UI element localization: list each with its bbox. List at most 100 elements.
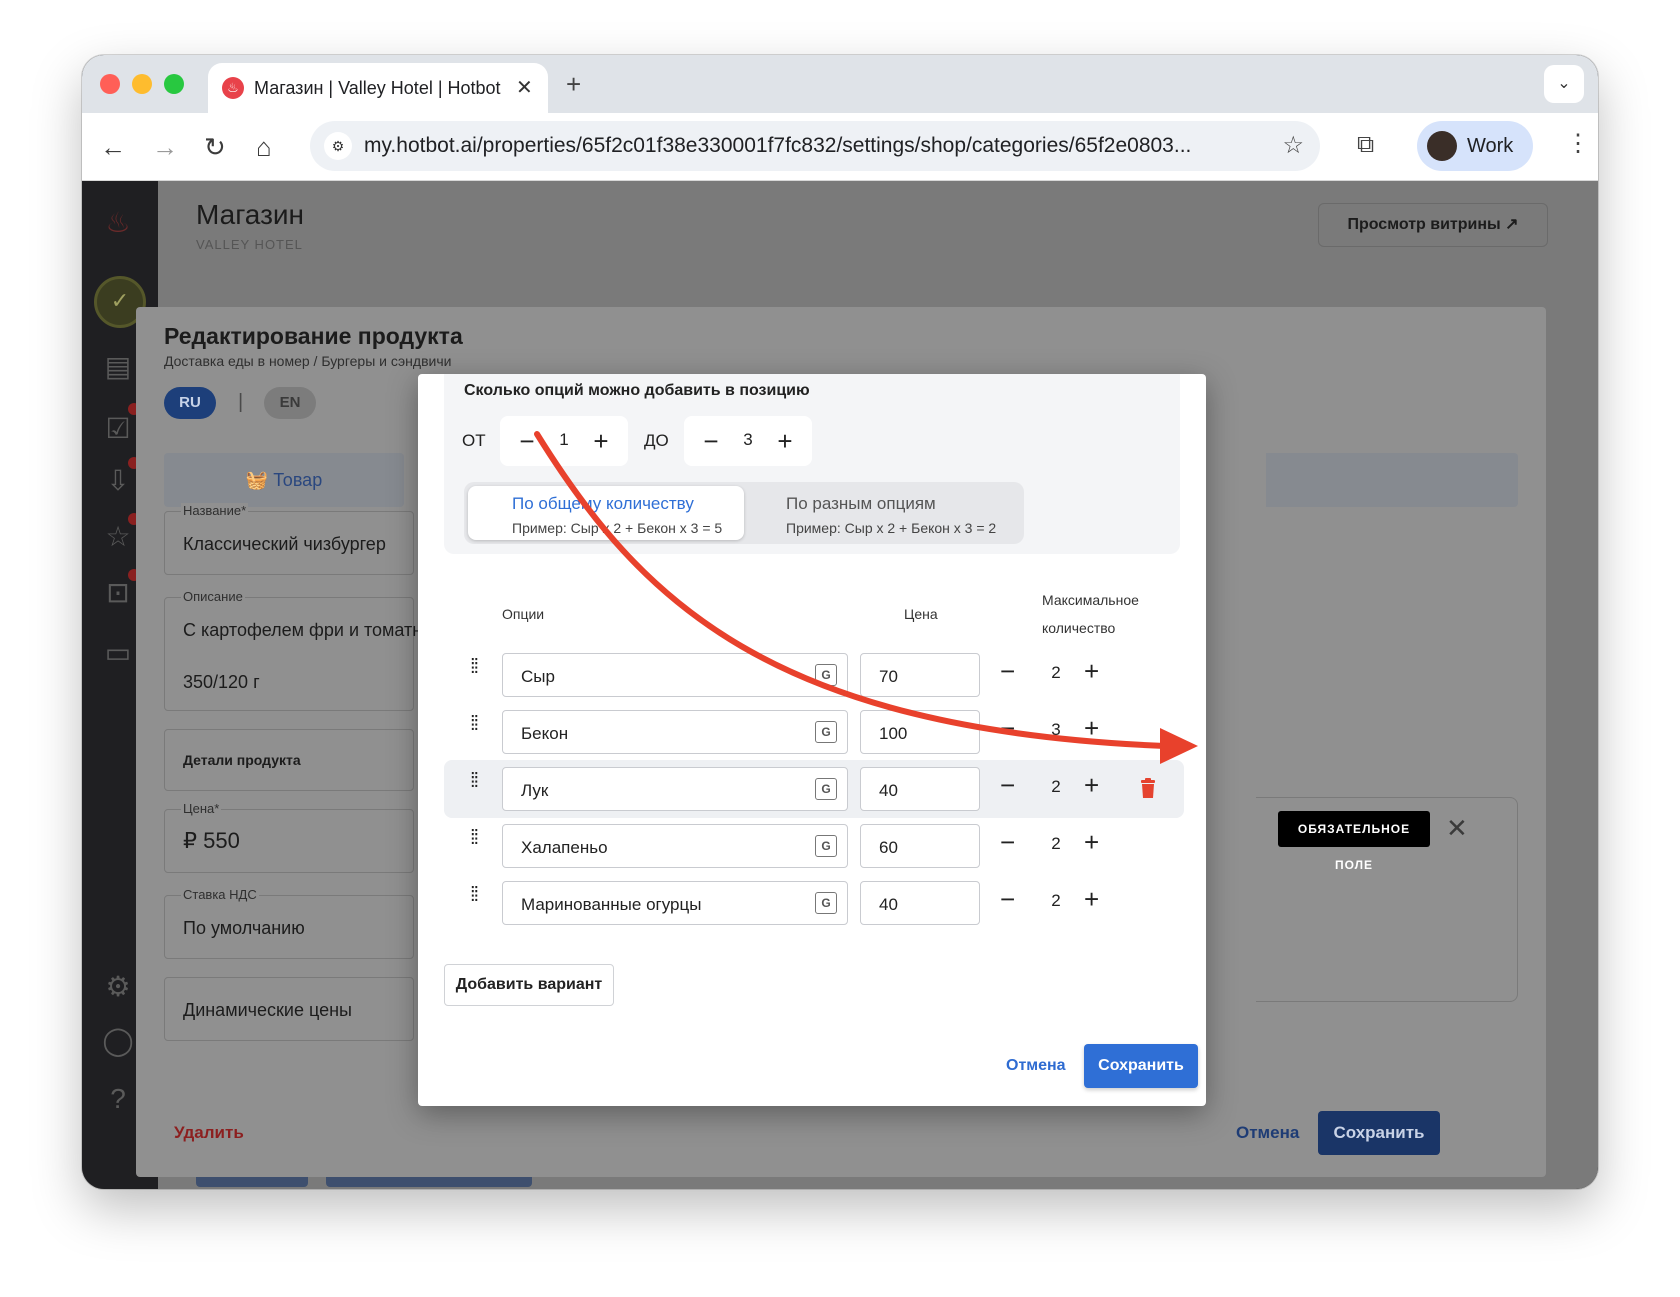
- from-value[interactable]: 1: [544, 430, 584, 450]
- chat-icon[interactable]: ▭: [98, 633, 138, 673]
- from-label: ОТ: [462, 431, 486, 450]
- site-settings-icon[interactable]: ⚙: [324, 132, 352, 160]
- mode-distinct-example: Пример: Сыр x 2 + Бекон x 3 = 2: [786, 520, 997, 536]
- lang-ru-button[interactable]: RU: [164, 387, 216, 419]
- dynamic-prices-label: Динамические цены: [183, 1000, 352, 1020]
- minus-icon[interactable]: −: [1000, 713, 1015, 744]
- option-name-input[interactable]: Лук G: [502, 767, 848, 811]
- close-icon[interactable]: ✕: [1446, 813, 1468, 844]
- forward-icon[interactable]: →: [152, 132, 178, 162]
- plus-icon[interactable]: +: [1084, 770, 1099, 801]
- modal-cancel-button[interactable]: Отмена: [1006, 1057, 1066, 1075]
- drag-handle-icon[interactable]: ⁞⁞: [470, 657, 490, 677]
- browser-window: ♨ Магазин | Valley Hotel | Hotbot ✕ + ⌄ …: [82, 55, 1598, 1189]
- product-name-value: Классический чизбургер: [183, 534, 386, 554]
- modal-save-button[interactable]: Сохранить: [1084, 1044, 1198, 1088]
- add-variant-button[interactable]: Добавить вариант: [444, 964, 614, 1006]
- flame-icon: ♨: [222, 77, 244, 99]
- from-stepper: − 1 +: [500, 416, 628, 466]
- help-icon[interactable]: ?: [98, 1079, 138, 1119]
- minus-icon[interactable]: −: [1000, 656, 1015, 687]
- new-tab-icon[interactable]: +: [566, 69, 581, 100]
- extensions-icon[interactable]: ⧉: [1357, 131, 1374, 159]
- settings-gear-icon[interactable]: ⚙: [98, 967, 138, 1007]
- tasks-icon[interactable]: ☑: [98, 409, 138, 449]
- plus-icon[interactable]: +: [1084, 713, 1099, 744]
- browser-tab[interactable]: ♨ Магазин | Valley Hotel | Hotbot ✕: [208, 63, 548, 113]
- address-bar[interactable]: ⚙ my.hotbot.ai/properties/65f2c01f38e330…: [310, 121, 1320, 171]
- mode-distinct-option[interactable]: По разным опциям Пример: Сыр x 2 + Бекон…: [748, 486, 1020, 540]
- dynamic-prices-section[interactable]: Динамические цены: [164, 977, 414, 1041]
- storefront-preview-button[interactable]: Просмотр витрины ↗: [1318, 203, 1548, 247]
- plus-icon[interactable]: +: [586, 424, 616, 458]
- home-icon[interactable]: ⌂: [256, 132, 272, 162]
- delete-product-button[interactable]: Удалить: [174, 1123, 244, 1143]
- option-price-input[interactable]: 60: [860, 824, 980, 868]
- option-price-input[interactable]: 40: [860, 767, 980, 811]
- panel-save-button[interactable]: Сохранить: [1318, 1111, 1440, 1155]
- maximize-window-button[interactable]: [164, 74, 184, 94]
- translate-icon[interactable]: G: [815, 721, 837, 743]
- drag-handle-icon[interactable]: ⁞⁞: [470, 771, 490, 791]
- plus-icon[interactable]: +: [1084, 884, 1099, 915]
- description-field[interactable]: Описание С картофелем фри и томатны 350/…: [164, 589, 435, 711]
- browser-menu-icon[interactable]: ⋮: [1566, 129, 1590, 158]
- minus-icon[interactable]: −: [1000, 770, 1015, 801]
- plus-icon[interactable]: +: [1084, 656, 1099, 687]
- product-details-section[interactable]: Детали продукта: [164, 729, 414, 791]
- translate-icon[interactable]: G: [815, 778, 837, 800]
- minimize-window-button[interactable]: [132, 74, 152, 94]
- tab-search-icon[interactable]: ⌄: [1544, 65, 1584, 103]
- translate-icon[interactable]: G: [815, 664, 837, 686]
- drag-handle-icon[interactable]: ⁞⁞: [470, 714, 490, 734]
- product-name-field[interactable]: Название* Классический чизбургер: [164, 503, 414, 575]
- option-name-input[interactable]: Маринованные огурцы G: [502, 881, 848, 925]
- close-tab-icon[interactable]: ✕: [516, 75, 533, 100]
- tab-product[interactable]: 🧺 Товар: [164, 453, 404, 507]
- plus-icon[interactable]: +: [770, 424, 800, 458]
- bookmark-star-icon[interactable]: ☆: [1282, 131, 1304, 160]
- logo-flame-icon[interactable]: ♨: [98, 203, 138, 243]
- option-name: Сыр: [521, 667, 555, 686]
- translate-icon[interactable]: G: [815, 835, 837, 857]
- delete-trash-icon[interactable]: [1140, 778, 1156, 798]
- column-header-price: Цена: [904, 606, 938, 622]
- drag-handle-icon[interactable]: ⁞⁞: [470, 828, 490, 848]
- analytics-icon[interactable]: ▤: [98, 347, 138, 387]
- browser-toolbar: ← → ↻ ⌂ ⚙ my.hotbot.ai/properties/65f2c0…: [82, 113, 1598, 181]
- option-name-input[interactable]: Бекон G: [502, 710, 848, 754]
- option-price-input[interactable]: 70: [860, 653, 980, 697]
- price-field[interactable]: Цена* ₽ 550: [164, 801, 414, 873]
- option-price-input[interactable]: 100: [860, 710, 980, 754]
- option-max-qty: 2: [1051, 663, 1061, 682]
- column-header-max-1: Максимальное: [1042, 592, 1139, 608]
- plus-icon[interactable]: +: [1084, 827, 1099, 858]
- option-name-input[interactable]: Халапеньо G: [502, 824, 848, 868]
- url-text[interactable]: my.hotbot.ai/properties/65f2c01f38e33000…: [364, 134, 1224, 158]
- user-profile-icon[interactable]: ◯: [98, 1021, 138, 1061]
- minus-icon[interactable]: −: [1000, 827, 1015, 858]
- minus-icon[interactable]: −: [1000, 884, 1015, 915]
- description-line-2: 350/120 г: [183, 672, 260, 692]
- product-name-label: Название*: [181, 503, 249, 518]
- option-limit-question: Сколько опций можно добавить в позицию: [464, 382, 810, 399]
- breadcrumb: Доставка еды в номер / Бургеры и сэндвич…: [164, 353, 452, 369]
- back-icon[interactable]: ←: [100, 132, 126, 162]
- lang-en-button[interactable]: EN: [264, 387, 316, 419]
- option-max-qty: 3: [1051, 720, 1061, 739]
- close-window-button[interactable]: [100, 74, 120, 94]
- reload-icon[interactable]: ↻: [204, 132, 226, 162]
- minus-icon[interactable]: −: [512, 424, 542, 458]
- drag-handle-icon[interactable]: ⁞⁞: [470, 885, 490, 905]
- translate-icon[interactable]: G: [815, 892, 837, 914]
- option-name-input[interactable]: Сыр G: [502, 653, 848, 697]
- profile-button[interactable]: Work: [1417, 121, 1533, 171]
- to-label: ДО: [644, 431, 669, 450]
- minus-icon[interactable]: −: [696, 424, 726, 458]
- vat-field[interactable]: Ставка НДС По умолчанию: [164, 887, 414, 959]
- mode-total-option[interactable]: По общему количеству Пример: Сыр x 2 + Б…: [468, 486, 744, 540]
- option-price-input[interactable]: 40: [860, 881, 980, 925]
- to-value[interactable]: 3: [728, 430, 768, 450]
- edit-panel-title: Редактирование продукта: [164, 323, 463, 349]
- panel-cancel-button[interactable]: Отмена: [1236, 1123, 1299, 1143]
